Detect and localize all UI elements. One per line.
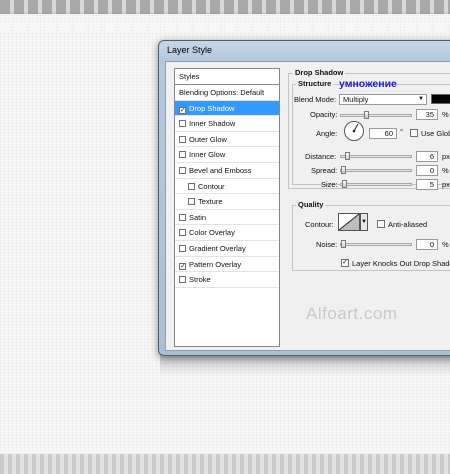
- contour-label: Contour:: [305, 220, 334, 229]
- dialog-client-area: Styles Blending Options: Default ✓ Drop Sh…: [165, 61, 450, 351]
- contour-curve-icon: [338, 213, 360, 231]
- drop-shadow-title: Drop Shadow: [293, 68, 346, 77]
- styles-list: Styles Blending Options: Default ✓ Drop Sh…: [174, 68, 280, 347]
- styles-item-contour[interactable]: Contour: [175, 179, 279, 195]
- styles-item-blending-options-default[interactable]: Blending Options: Default: [175, 85, 279, 101]
- styles-item-label: Outer Glow: [189, 134, 227, 144]
- styles-item-texture[interactable]: Texture: [175, 194, 279, 210]
- styles-item-label: Satin: [189, 212, 207, 222]
- spread-slider-thumb[interactable]: [341, 166, 346, 174]
- blend-mode-value: Multiply: [343, 95, 369, 104]
- styles-list-rows: Blending Options: Default ✓ Drop Shadow Inn…: [175, 85, 279, 288]
- noise-slider-thumb[interactable]: [341, 240, 346, 248]
- spread-input[interactable]: 0: [416, 165, 438, 176]
- style-checkbox[interactable]: [179, 166, 186, 174]
- styles-item-label: Pattern Overlay: [189, 259, 242, 269]
- use-global-light-label: Use Global: [421, 129, 450, 138]
- spread-slider[interactable]: [340, 166, 412, 174]
- styles-item-label: Gradient Overlay: [189, 243, 246, 253]
- styles-item-label: Blending Options: Default: [179, 88, 265, 97]
- angle-input[interactable]: 60: [369, 128, 397, 139]
- size-slider-thumb[interactable]: [342, 180, 348, 188]
- styles-item-inner-glow[interactable]: Inner Glow: [175, 147, 279, 163]
- chevron-down-icon: ▼: [418, 96, 424, 102]
- styles-item-label: Inner Shadow: [189, 119, 236, 129]
- styles-item-label: Texture: [198, 197, 223, 207]
- style-checkbox[interactable]: [188, 198, 195, 206]
- opacity-slider[interactable]: [340, 111, 412, 119]
- styles-item-outer-glow[interactable]: Outer Glow: [175, 132, 279, 148]
- styles-item-label: Bevel and Emboss: [189, 165, 252, 175]
- styles-item-label: Contour: [198, 181, 225, 191]
- styles-item-color-overlay[interactable]: Color Overlay: [175, 225, 279, 241]
- styles-item-bevel-and-emboss[interactable]: Bevel and Emboss: [175, 163, 279, 179]
- styles-item-label: Inner Glow: [189, 150, 226, 160]
- styles-item-label: Drop Shadow: [189, 103, 235, 113]
- layer-knocks-out-label: Layer Knocks Out Drop Shadow: [352, 259, 450, 268]
- style-checkbox[interactable]: [179, 244, 186, 252]
- anti-aliased-label: Anti-aliased: [388, 220, 428, 229]
- style-checkbox[interactable]: [188, 182, 195, 190]
- styles-item-drop-shadow[interactable]: ✓ Drop Shadow: [175, 100, 279, 117]
- styles-item-pattern-overlay[interactable]: ✓ Pattern Overlay: [175, 257, 279, 273]
- watermark: Alfoart.com: [306, 304, 398, 323]
- styles-item-gradient-overlay[interactable]: Gradient Overlay: [175, 241, 279, 257]
- style-checkbox[interactable]: ✓: [179, 106, 186, 114]
- noise-unit: %: [442, 240, 449, 249]
- distance-label: Distance:: [305, 152, 337, 161]
- style-checkbox[interactable]: [179, 120, 186, 128]
- style-checkbox[interactable]: [179, 276, 186, 284]
- opacity-slider-thumb[interactable]: [363, 111, 369, 119]
- distance-input[interactable]: 6: [416, 151, 438, 162]
- perforated-edge: [0, 22, 450, 32]
- annotation-text: умножение: [339, 78, 397, 90]
- style-checkbox[interactable]: [179, 151, 186, 159]
- dialog-title: Layer Style: [167, 45, 213, 55]
- use-global-light-checkbox[interactable]: [410, 129, 418, 137]
- blend-mode-label: Blend Mode:: [294, 95, 337, 104]
- style-checkbox[interactable]: [179, 213, 186, 221]
- size-slider[interactable]: [340, 180, 412, 188]
- anti-aliased-checkbox[interactable]: [377, 220, 385, 228]
- shadow-color-swatch[interactable]: [431, 94, 450, 104]
- spread-unit: %: [442, 166, 449, 175]
- noise-slider[interactable]: [340, 240, 412, 248]
- contour-dropdown-button[interactable]: ▼: [360, 213, 368, 231]
- style-checkbox[interactable]: [179, 229, 186, 237]
- style-checkbox[interactable]: ✓: [179, 262, 186, 270]
- size-label: Size:: [321, 180, 338, 189]
- size-input[interactable]: 5: [416, 179, 438, 190]
- style-checkbox[interactable]: [179, 135, 186, 143]
- distance-unit: px: [442, 152, 450, 161]
- opacity-unit: %: [442, 110, 449, 119]
- contour-picker[interactable]: [338, 213, 360, 231]
- styles-item-satin[interactable]: Satin: [175, 210, 279, 226]
- striped-bottom-band: [0, 454, 450, 474]
- styles-item-label: Color Overlay: [189, 228, 235, 238]
- opacity-label: Opacity:: [310, 110, 338, 119]
- styles-list-header[interactable]: Styles: [175, 69, 279, 85]
- noise-label: Noise:: [316, 240, 338, 249]
- angle-unit: °: [400, 127, 403, 136]
- spread-label: Spread:: [311, 166, 338, 175]
- quality-title: Quality: [296, 200, 326, 209]
- noise-input[interactable]: 0: [416, 239, 438, 250]
- styles-item-stroke[interactable]: Stroke: [175, 272, 279, 288]
- styles-item-inner-shadow[interactable]: Inner Shadow: [175, 116, 279, 132]
- angle-label: Angle:: [316, 129, 338, 138]
- size-unit: px: [442, 180, 450, 189]
- layer-knocks-out-checkbox[interactable]: ✓: [341, 259, 349, 267]
- distance-slider[interactable]: [340, 152, 412, 160]
- distance-slider-thumb[interactable]: [344, 152, 350, 160]
- layer-style-dialog: Layer Style Styles Blending Options: Def…: [158, 40, 450, 356]
- angle-dial[interactable]: [344, 121, 364, 141]
- structure-title: Structure: [296, 79, 334, 88]
- styles-item-label: Stroke: [189, 275, 211, 285]
- opacity-input[interactable]: 35: [416, 109, 438, 120]
- angle-needle-icon: [352, 123, 359, 133]
- blend-mode-select[interactable]: Multiply ▼: [339, 94, 427, 105]
